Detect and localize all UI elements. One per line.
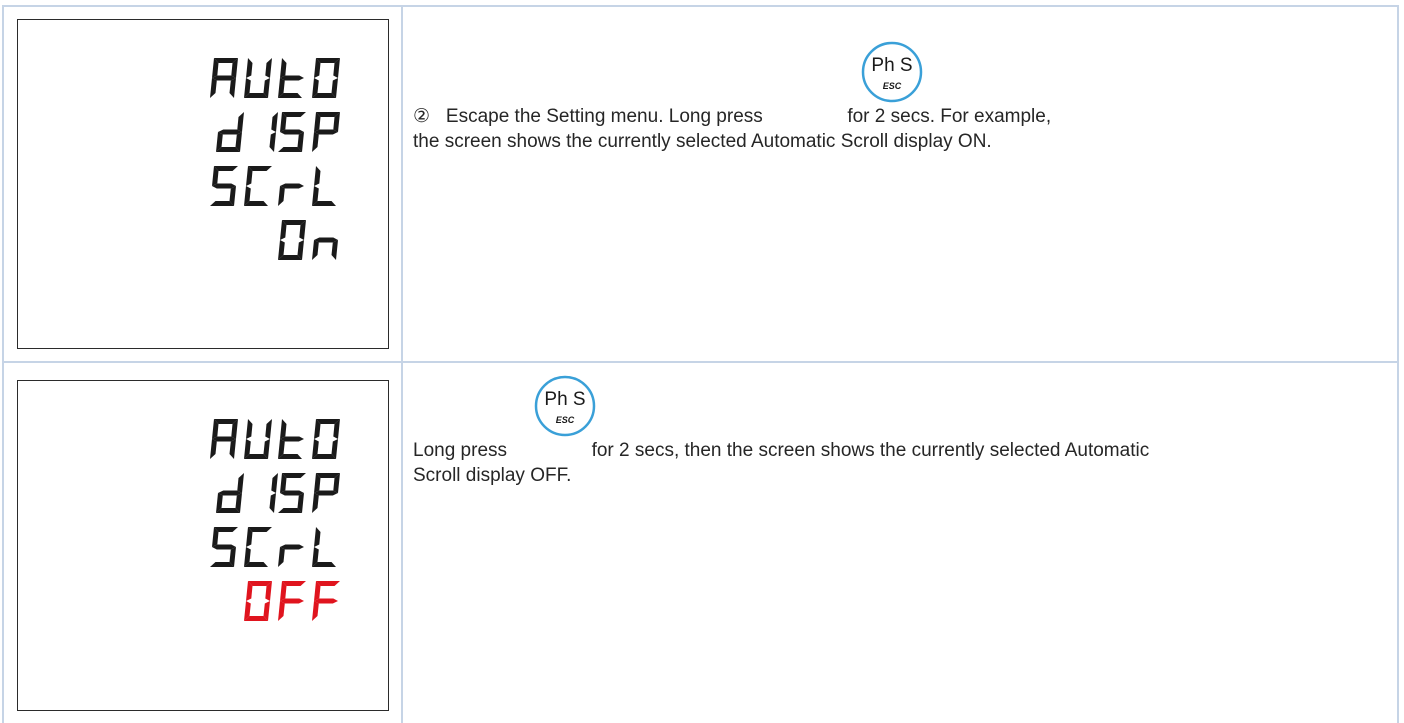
lcd-segment [210,78,217,98]
lcd-digit-r1-l3-c2 [312,581,340,621]
lcd-segment [269,493,276,513]
lcd-segment [280,419,287,439]
instruction-2-line-2: Scroll display OFF. [413,465,572,486]
lcd-digit-r0-l2-c2 [278,183,304,206]
instruction-2-line-1: Long press for 2 secs, then the screen s… [413,438,1149,463]
lcd-segments-2 [210,419,340,621]
lcd-digit-r0-l0-c3 [312,58,340,98]
phs-esc-button-icon: Ph S ESC [860,40,924,104]
lcd-digit-r0-l0-c1 [244,58,272,98]
lcd-digit-r1-l0-c2 [278,419,304,459]
lcd-digit-r0-l1-c4 [312,112,340,152]
lcd-segment [271,112,278,132]
step-number: ② [413,106,431,127]
table-border-middle [2,361,1399,363]
lcd-segment [314,166,321,186]
table-border-right [1397,5,1399,723]
lcd-segment [265,58,272,78]
lcd-digit-r0-l1-c3 [278,112,306,152]
lcd-display-2 [18,381,388,710]
instruction-1-text-before: Escape the Setting menu. Long press [445,106,763,127]
lcd-digit-r0-l1-c1 [269,112,278,152]
lcd-digit-r1-l0-c1 [244,419,272,459]
lcd-segment [278,601,285,621]
lcd-segment [280,544,304,550]
lcd-segment [312,240,319,260]
lcd-digit-r0-l1-c0 [216,112,244,152]
button-sublabel: ESC [556,415,575,425]
lcd-segment [331,240,338,260]
lcd-segment [312,601,319,621]
phs-esc-button-icon: Ph S ESC [533,374,597,438]
lcd-digit-r0-l2-c0 [210,166,238,206]
lcd-segments-1 [210,58,340,260]
button-sublabel: ESC [883,81,902,91]
lcd-segment [314,527,321,547]
lcd-segment [280,58,287,78]
lcd-segment [312,493,319,513]
instruction-1: ② Escape the Setting menu. Long press fo… [413,104,1051,154]
lcd-digit-r1-l2-c0 [210,527,238,567]
lcd-panel-1 [17,19,389,349]
lcd-digit-r1-l2-c1 [244,527,272,567]
instruction-1-text-after: for 2 secs. For example, [847,106,1052,127]
lcd-digit-r1-l1-c0 [216,473,244,513]
lcd-digit-r0-l3-c1 [312,237,338,260]
lcd-panel-2 [17,380,389,711]
button-label: Ph S [544,389,585,410]
lcd-digit-r1-l1-c3 [278,473,306,513]
lcd-segment [278,186,285,206]
button-label: Ph S [871,55,912,76]
lcd-digit-r1-l1-c4 [312,473,340,513]
lcd-digit-r1-l1-c1 [269,473,278,513]
instruction-2-text-before: Long press [413,440,508,461]
lcd-digit-r1-l0-c0 [210,419,238,459]
lcd-segment [229,78,236,98]
instruction-1-line-1: ② Escape the Setting menu. Long press fo… [413,104,1051,129]
lcd-display-1 [18,20,388,348]
lcd-segment [237,112,244,132]
lcd-digit-r1-l3-c0 [244,581,272,621]
lcd-digit-r0-l2-c3 [312,166,336,206]
lcd-segment [271,473,278,493]
lcd-segment [278,547,285,567]
lcd-digit-r1-l2-c2 [278,544,304,567]
lcd-segment [210,439,217,459]
table-border-divider [401,5,403,723]
lcd-digit-r0-l2-c1 [244,166,272,206]
table-border-top [2,5,1399,7]
lcd-segment [246,419,253,439]
lcd-digit-r0-l3-c0 [278,220,306,260]
instruction-1-line-2: the screen shows the currently selected … [413,131,992,152]
lcd-segment [312,132,319,152]
lcd-digit-r1-l3-c1 [278,581,306,621]
table-border-left [2,5,4,723]
lcd-digit-r1-l0-c3 [312,419,340,459]
lcd-digit-r0-l0-c2 [278,58,304,98]
lcd-segment [237,473,244,493]
lcd-segment [265,419,272,439]
lcd-segment [269,132,276,152]
lcd-segment [246,58,253,78]
lcd-digit-r1-l2-c3 [312,527,336,567]
lcd-segment [229,439,236,459]
instruction-2-text-after: for 2 secs, then the screen shows the cu… [591,440,1150,461]
lcd-digit-r0-l0-c0 [210,58,238,98]
instruction-2: Long press for 2 secs, then the screen s… [413,438,1149,488]
manual-page: ② Escape the Setting menu. Long press fo… [0,0,1404,723]
lcd-segment [280,183,304,189]
